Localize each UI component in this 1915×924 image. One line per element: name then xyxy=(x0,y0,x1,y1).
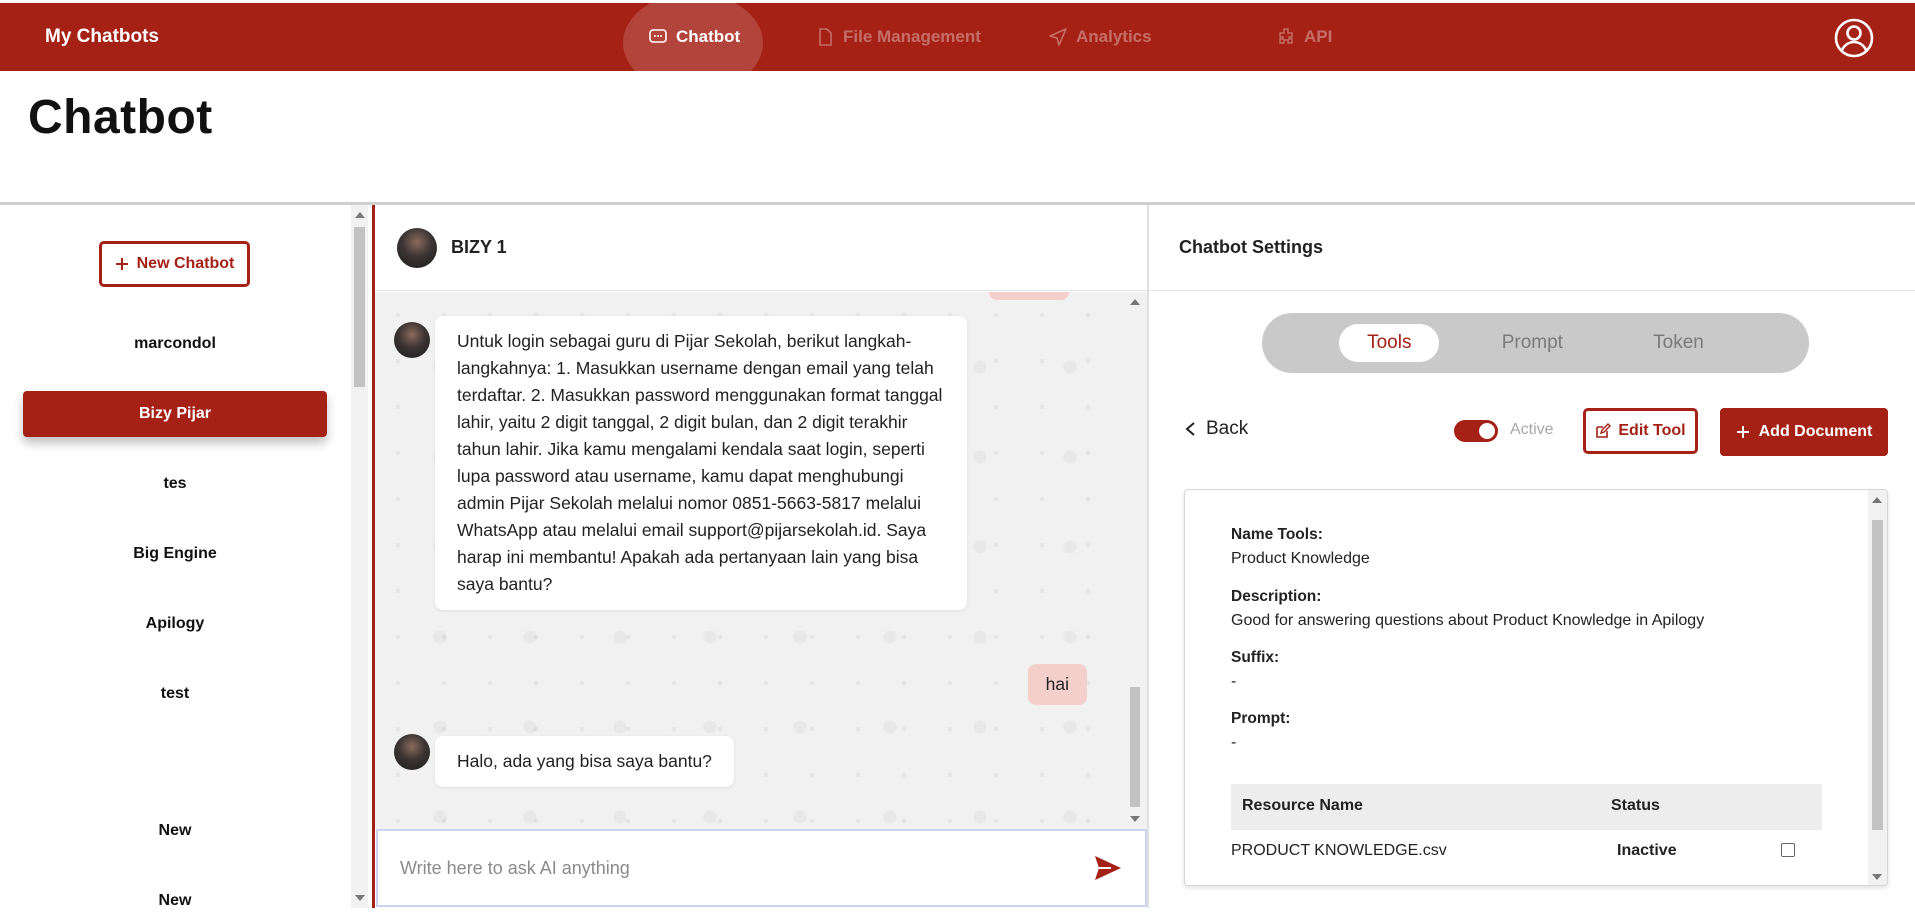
scroll-down-arrow-icon[interactable] xyxy=(1130,816,1140,822)
scroll-thumb[interactable] xyxy=(354,227,365,387)
bot-avatar xyxy=(397,227,437,268)
resource-status-cell: Inactive xyxy=(1617,842,1677,859)
scroll-up-arrow-icon[interactable] xyxy=(1130,299,1140,305)
resource-name-cell: PRODUCT KNOWLEDGE.csv xyxy=(1231,842,1447,859)
nav-analytics-label: Analytics xyxy=(1076,27,1152,46)
chat-header: BIZY 1 xyxy=(375,205,1147,291)
user-message: hai xyxy=(1027,664,1087,705)
sidebar-item-test[interactable]: test xyxy=(23,671,327,717)
add-document-label: Add Document xyxy=(1758,423,1873,440)
bot-message-avatar xyxy=(394,322,430,358)
name-tools-value: Product Knowledge xyxy=(1231,550,1370,567)
chat-bubble-icon xyxy=(649,29,667,43)
edit-tool-button[interactable]: Edit Tool xyxy=(1583,408,1698,454)
toggle-label: Active xyxy=(1510,421,1554,438)
nav-api[interactable]: API xyxy=(1276,3,1332,71)
edit-tool-label: Edit Tool xyxy=(1618,422,1686,439)
nav-file-management-label: File Management xyxy=(843,27,981,46)
bot-name: BIZY 1 xyxy=(451,237,507,257)
tool-details-card: Name Tools: Product Knowledge Descriptio… xyxy=(1184,489,1888,886)
scroll-thumb[interactable] xyxy=(1872,520,1883,830)
sidebar-item-big-engine[interactable]: Big Engine xyxy=(23,531,327,577)
sidebar-item-bizy-pijar[interactable]: Bizy Pijar xyxy=(23,391,327,437)
suffix-value: - xyxy=(1231,673,1237,690)
scroll-thumb[interactable] xyxy=(1130,687,1140,807)
bot-message: Untuk login sebagai guru di Pijar Sekola… xyxy=(435,316,967,610)
tab-token[interactable]: Token xyxy=(1625,324,1732,362)
scroll-up-arrow-icon[interactable] xyxy=(355,212,365,218)
chat-scrollbar[interactable] xyxy=(1127,292,1143,829)
settings-title: Chatbot Settings xyxy=(1149,205,1915,291)
plus-icon xyxy=(115,258,128,270)
add-document-button[interactable]: Add Document xyxy=(1720,408,1888,456)
card-scrollbar[interactable] xyxy=(1868,490,1887,885)
new-chatbot-label: New Chatbot xyxy=(136,255,235,272)
prompt-value: - xyxy=(1231,734,1237,751)
active-toggle[interactable] xyxy=(1454,420,1498,442)
chevron-left-icon xyxy=(1185,422,1195,436)
sidebar-item-tes[interactable]: tes xyxy=(23,461,327,507)
bot-message-avatar xyxy=(394,734,430,770)
file-icon xyxy=(819,28,832,46)
nav-file-management[interactable]: File Management xyxy=(815,3,981,71)
scroll-down-arrow-icon[interactable] xyxy=(1872,874,1882,880)
settings-panel: Chatbot Settings Tools Prompt Token Back… xyxy=(1147,205,1915,908)
puzzle-icon xyxy=(1279,28,1293,44)
settings-tabs: Tools Prompt Token xyxy=(1262,313,1809,373)
resource-table-header: Resource Name Status xyxy=(1231,784,1822,830)
nav-chatbot-label: Chatbot xyxy=(676,27,741,46)
bot-message: Halo, ada yang bisa saya bantu? xyxy=(435,736,734,787)
prompt-label: Prompt: xyxy=(1231,710,1291,727)
previous-user-bubble xyxy=(989,292,1069,300)
brand-title[interactable]: My Chatbots xyxy=(45,3,159,71)
nav-api-label: API xyxy=(1304,27,1333,46)
sidebar-item-new[interactable]: New xyxy=(23,808,327,854)
sidebar-item-new-2[interactable]: New xyxy=(23,878,327,924)
tab-tools[interactable]: Tools xyxy=(1339,324,1440,362)
nav-chatbot[interactable]: Chatbot xyxy=(648,3,740,71)
name-tools-label: Name Tools: xyxy=(1231,526,1323,543)
user-account-icon[interactable] xyxy=(1833,17,1875,59)
nav-analytics[interactable]: Analytics xyxy=(1048,3,1152,71)
description-value: Good for answering questions about Produ… xyxy=(1231,612,1705,629)
resource-name-header: Resource Name xyxy=(1242,797,1363,814)
chatbot-sidebar: New Chatbot marcondol Bizy Pijar tes Big… xyxy=(0,205,350,909)
scroll-down-arrow-icon[interactable] xyxy=(355,895,365,901)
edit-icon xyxy=(1596,423,1612,438)
suffix-label: Suffix: xyxy=(1231,649,1280,666)
top-navbar: My Chatbots Chatbot File Management Anal… xyxy=(0,0,1915,93)
new-chatbot-button[interactable]: New Chatbot xyxy=(99,241,250,287)
send-icon[interactable] xyxy=(1093,853,1123,883)
tab-prompt[interactable]: Prompt xyxy=(1474,324,1591,362)
chat-input-box[interactable] xyxy=(376,829,1147,907)
scroll-up-arrow-icon[interactable] xyxy=(1872,497,1882,503)
plus-icon xyxy=(1736,426,1749,438)
back-label: Back xyxy=(1206,418,1249,439)
sidebar-item-marcondol[interactable]: marcondol xyxy=(23,321,327,367)
back-button[interactable]: Back xyxy=(1184,418,1248,440)
sidebar-scrollbar[interactable] xyxy=(351,205,368,908)
toggle-knob xyxy=(1479,423,1495,439)
sidebar-item-apilogy[interactable]: Apilogy xyxy=(23,601,327,647)
status-header: Status xyxy=(1611,797,1660,814)
message-input[interactable] xyxy=(400,857,1040,879)
sidebar-item-empty[interactable] xyxy=(23,741,327,787)
chat-panel: BIZY 1 Untuk login sebagai guru di Pijar… xyxy=(372,205,1147,908)
description-label: Description: xyxy=(1231,588,1322,605)
send-arrow-icon xyxy=(1049,28,1067,46)
chat-messages: Untuk login sebagai guru di Pijar Sekola… xyxy=(375,292,1147,829)
page-title: Chatbot xyxy=(28,91,213,144)
resource-checkbox[interactable] xyxy=(1781,843,1795,857)
